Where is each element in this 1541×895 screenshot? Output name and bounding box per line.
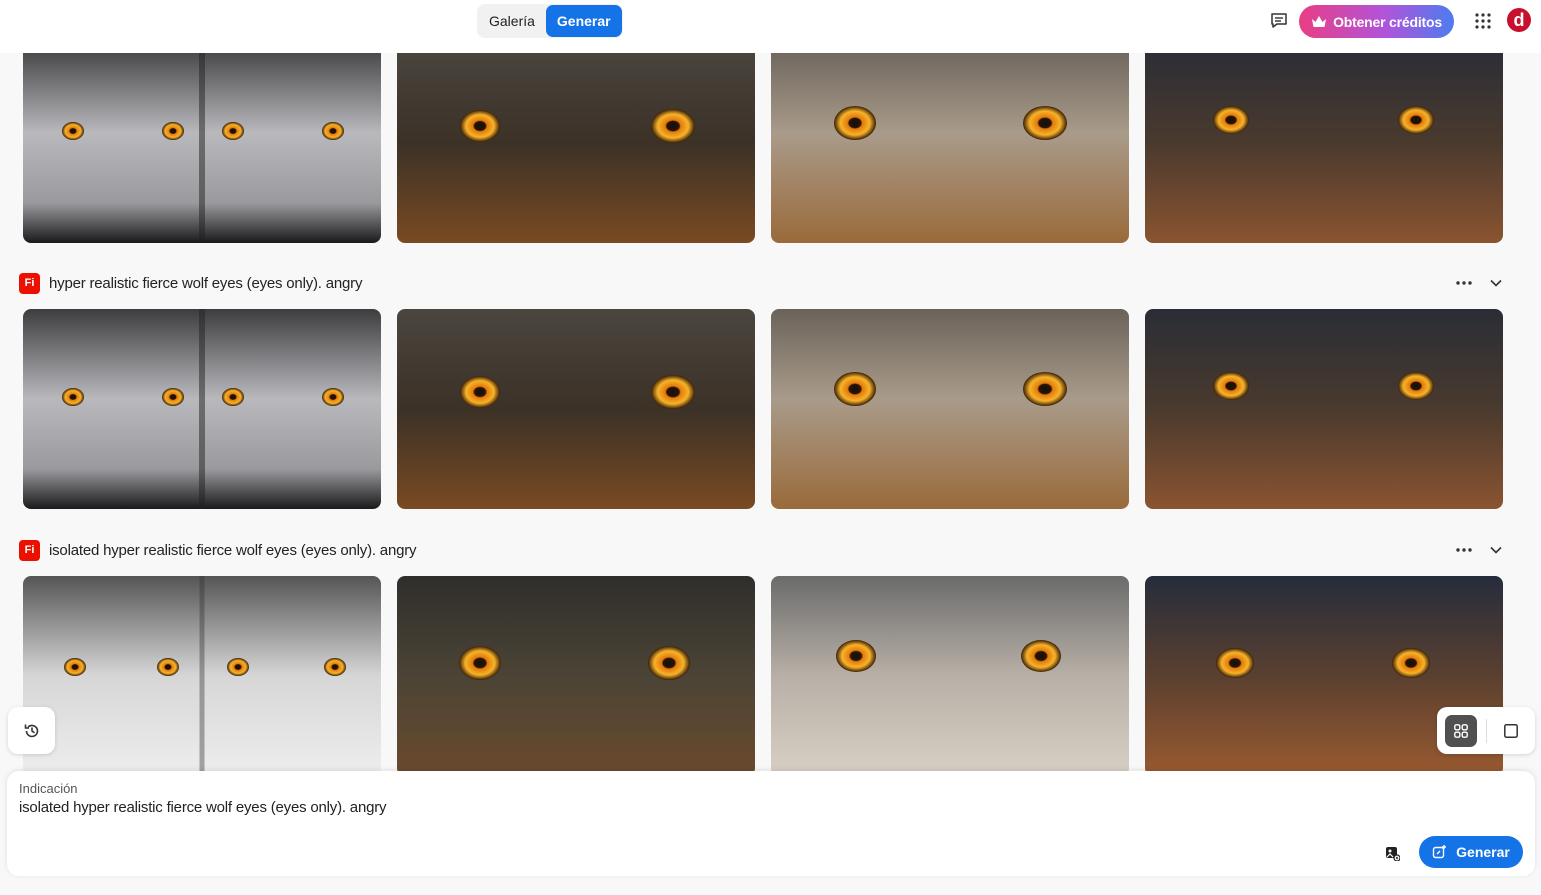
image-row <box>23 309 1503 509</box>
generated-image[interactable] <box>397 576 755 776</box>
image-row <box>23 43 1503 243</box>
feedback-icon[interactable] <box>1269 11 1289 31</box>
generated-image[interactable] <box>771 576 1129 776</box>
generated-image[interactable] <box>1145 309 1503 509</box>
crown-icon <box>1312 15 1327 27</box>
chevron-down-icon[interactable] <box>1487 274 1505 292</box>
generate-label: Generar <box>1456 844 1510 860</box>
generated-image[interactable] <box>23 43 381 243</box>
history-icon <box>24 724 38 737</box>
group-prompt-text: isolated hyper realistic fierce wolf eye… <box>49 541 417 559</box>
chevron-down-icon[interactable] <box>1487 541 1505 559</box>
tab-galeria[interactable]: Galería <box>478 5 546 37</box>
generate-icon <box>1432 845 1447 859</box>
generated-image[interactable] <box>23 576 381 776</box>
generated-image[interactable] <box>771 309 1129 509</box>
grid-view-button[interactable] <box>1445 714 1477 747</box>
firefly-badge: Fi <box>19 539 40 561</box>
grid-icon <box>1453 723 1468 738</box>
more-options-icon[interactable] <box>1455 274 1473 292</box>
prompt-input[interactable] <box>19 799 1319 816</box>
mode-switch: Galería Generar <box>477 4 623 38</box>
tab-generar[interactable]: Generar <box>545 5 622 37</box>
generated-image[interactable] <box>397 309 755 509</box>
image-row <box>23 576 1503 776</box>
firefly-badge: Fi <box>19 272 40 294</box>
single-view-button[interactable] <box>1495 715 1527 747</box>
generated-image[interactable] <box>397 43 755 243</box>
generated-image[interactable] <box>23 309 381 509</box>
generate-button[interactable]: Generar <box>1419 836 1523 868</box>
image-reference-icon[interactable] <box>1383 844 1401 862</box>
app-header: Galería Generar Obtener créditos d <box>0 0 1541 53</box>
generated-image[interactable] <box>1145 43 1503 243</box>
more-options-icon[interactable] <box>1455 541 1473 559</box>
get-credits-label: Obtener créditos <box>1333 13 1442 30</box>
get-credits-button[interactable]: Obtener créditos <box>1299 5 1454 38</box>
square-icon <box>1504 723 1519 738</box>
avatar[interactable]: d <box>1507 8 1531 32</box>
generated-image[interactable] <box>771 43 1129 243</box>
prompt-panel: Indicación Generar <box>7 771 1535 876</box>
group-prompt-text: hyper realistic fierce wolf eyes (eyes o… <box>49 274 363 292</box>
history-button[interactable] <box>8 707 55 754</box>
prompt-label: Indicación <box>19 781 78 796</box>
view-toggle <box>1437 707 1535 754</box>
apps-grid-icon[interactable] <box>1474 12 1492 30</box>
divider <box>1485 718 1487 743</box>
prompt-group-header: Fi isolated hyper realistic fierce wolf … <box>19 537 1509 563</box>
prompt-group-header: Fi hyper realistic fierce wolf eyes (eye… <box>19 270 1509 296</box>
